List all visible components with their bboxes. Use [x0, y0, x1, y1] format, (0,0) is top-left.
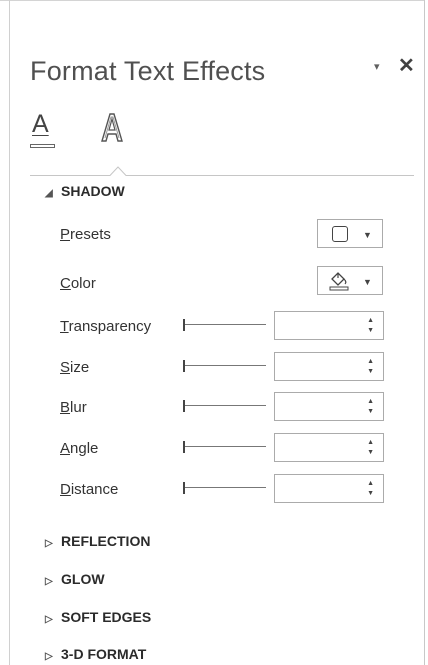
collapsed-arrow-icon: ▷ — [45, 651, 53, 662]
section-reflection-header[interactable]: ▷ REFLECTION — [45, 533, 150, 549]
tab-text-effects[interactable] — [97, 108, 127, 148]
slider-thumb[interactable] — [183, 319, 185, 331]
spin-up-icon[interactable]: ▲ — [367, 398, 374, 405]
spin-down-icon[interactable]: ▼ — [367, 368, 374, 375]
chevron-down-icon: ▼ — [363, 230, 372, 240]
angle-spinbox[interactable]: ▲ ▼ — [274, 433, 384, 462]
section-3d-format-label: 3-D FORMAT — [61, 646, 147, 662]
blur-label: Blur — [60, 399, 87, 416]
angle-input[interactable] — [277, 436, 357, 458]
close-icon[interactable]: ✕ — [398, 53, 415, 78]
size-spinbox[interactable]: ▲ ▼ — [274, 352, 384, 381]
spin-up-icon[interactable]: ▲ — [367, 317, 374, 324]
slider-thumb[interactable] — [183, 360, 185, 372]
blur-spinbox[interactable]: ▲ ▼ — [274, 392, 384, 421]
transparency-slider[interactable] — [183, 319, 266, 331]
spin-down-icon[interactable]: ▼ — [367, 408, 374, 415]
angle-slider[interactable] — [183, 441, 266, 453]
shadow-preset-swatch-icon — [332, 226, 348, 242]
section-glow-header[interactable]: ▷ GLOW — [45, 571, 105, 587]
distance-input[interactable] — [277, 477, 357, 499]
section-reflection-label: REFLECTION — [61, 533, 151, 549]
size-input[interactable] — [277, 355, 357, 377]
paint-bucket-icon — [329, 272, 349, 291]
transparency-input[interactable] — [277, 314, 357, 336]
blur-input[interactable] — [277, 395, 357, 417]
text-fill-outline-icon: A — [32, 110, 49, 138]
spin-up-icon[interactable]: ▲ — [367, 439, 374, 446]
spin-up-icon[interactable]: ▲ — [367, 480, 374, 487]
spin-down-icon[interactable]: ▼ — [367, 327, 374, 334]
tab-text-fill-outline[interactable]: A — [30, 110, 56, 152]
section-soft-edges-label: SOFT EDGES — [61, 609, 152, 625]
size-label: Size — [60, 359, 90, 376]
slider-thumb[interactable] — [183, 482, 185, 494]
collapsed-arrow-icon: ▷ — [45, 538, 53, 549]
tab-selection-indicator — [30, 166, 414, 176]
shadow-presets-dropdown[interactable]: ▼ — [317, 219, 383, 248]
pane-right-border — [424, 0, 425, 665]
section-soft-edges-header[interactable]: ▷ SOFT EDGES — [45, 609, 151, 625]
pane-title: Format Text Effects — [30, 56, 266, 86]
transparency-label: Transparency — [60, 318, 152, 335]
angle-label: Angle — [60, 440, 99, 457]
pane-left-border — [9, 0, 10, 665]
shadow-color-dropdown[interactable]: ▼ — [317, 266, 383, 295]
distance-label: Distance — [60, 481, 119, 498]
color-label: Color — [60, 275, 96, 292]
chevron-down-icon: ▼ — [363, 277, 372, 287]
blur-slider[interactable] — [183, 400, 266, 412]
slider-thumb[interactable] — [183, 441, 185, 453]
collapsed-arrow-icon: ▷ — [45, 614, 53, 625]
section-glow-label: GLOW — [61, 571, 105, 587]
expanded-arrow-icon: ◢ — [45, 188, 53, 199]
section-3d-format-header[interactable]: ▷ 3-D FORMAT — [45, 646, 146, 662]
collapsed-arrow-icon: ▷ — [45, 576, 53, 587]
spin-down-icon[interactable]: ▼ — [367, 490, 374, 497]
section-shadow-header[interactable]: ◢ SHADOW — [45, 183, 125, 199]
spin-up-icon[interactable]: ▲ — [367, 358, 374, 365]
distance-slider[interactable] — [183, 482, 266, 494]
spin-down-icon[interactable]: ▼ — [367, 449, 374, 456]
window-top-border — [0, 0, 424, 1]
transparency-spinbox[interactable]: ▲ ▼ — [274, 311, 384, 340]
presets-label: Presets — [60, 226, 111, 243]
text-effects-icon — [101, 113, 123, 142]
distance-spinbox[interactable]: ▲ ▼ — [274, 474, 384, 503]
text-fill-color-bar — [30, 144, 55, 148]
section-shadow-label: SHADOW — [61, 183, 125, 199]
size-slider[interactable] — [183, 360, 266, 372]
task-pane-options-icon[interactable]: ▾ — [374, 60, 380, 73]
slider-thumb[interactable] — [183, 400, 185, 412]
